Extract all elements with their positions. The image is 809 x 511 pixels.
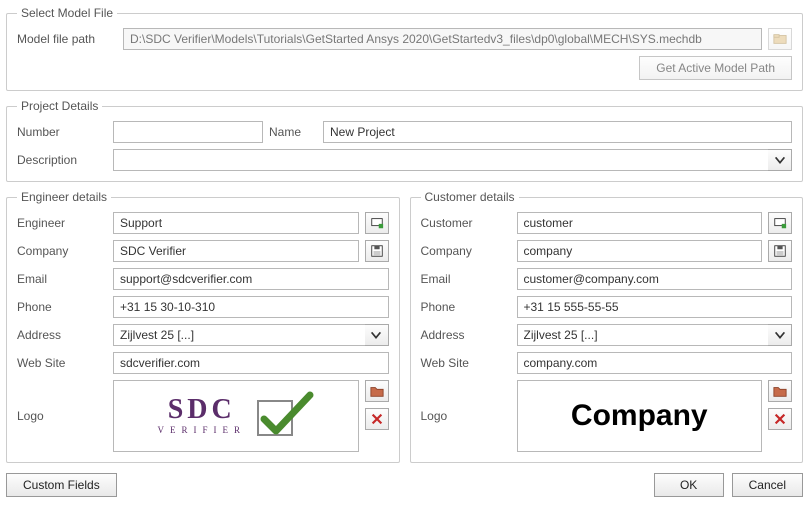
cust-logo-text: Company <box>571 399 708 433</box>
eng-phone-label: Phone <box>17 300 107 314</box>
cust-address-dropdown-button[interactable] <box>768 324 792 346</box>
eng-logo-clear-button[interactable] <box>365 408 389 430</box>
screen-icon <box>773 216 787 230</box>
ok-button[interactable]: OK <box>654 473 724 497</box>
cust-email-label: Email <box>421 272 511 286</box>
number-input[interactable] <box>113 121 263 143</box>
number-label: Number <box>17 125 107 139</box>
eng-address-input[interactable] <box>113 324 365 346</box>
save-icon <box>773 244 787 258</box>
eng-save-button[interactable] <box>365 240 389 262</box>
eng-web-label: Web Site <box>17 356 107 370</box>
customer-details-group: Customer details Customer Company Email … <box>410 190 804 463</box>
description-input[interactable] <box>113 149 768 171</box>
cust-company-input[interactable] <box>517 240 763 262</box>
customer-name-label: Customer <box>421 216 511 230</box>
browse-model-button[interactable] <box>768 28 792 50</box>
eng-web-input[interactable] <box>113 352 389 374</box>
eng-email-input[interactable] <box>113 268 389 290</box>
engineer-details-group: Engineer details Engineer Company Email … <box>6 190 400 463</box>
customer-legend: Customer details <box>421 190 519 204</box>
cust-address-label: Address <box>421 328 511 342</box>
cust-web-label: Web Site <box>421 356 511 370</box>
screen-icon <box>370 216 384 230</box>
engineer-name-input[interactable] <box>113 212 359 234</box>
customer-import-button[interactable] <box>768 212 792 234</box>
save-icon <box>370 244 384 258</box>
eng-address-label: Address <box>17 328 107 342</box>
engineer-name-label: Engineer <box>17 216 107 230</box>
cust-email-input[interactable] <box>517 268 793 290</box>
eng-phone-input[interactable] <box>113 296 389 318</box>
cust-save-button[interactable] <box>768 240 792 262</box>
folder-icon <box>773 32 787 46</box>
get-active-model-path-button[interactable]: Get Active Model Path <box>639 56 792 80</box>
select-model-file-group: Select Model File Model file path D:\SDC… <box>6 6 803 91</box>
customer-name-input[interactable] <box>517 212 763 234</box>
name-input[interactable] <box>323 121 792 143</box>
engineer-import-button[interactable] <box>365 212 389 234</box>
cust-address-input[interactable] <box>517 324 769 346</box>
eng-logo-preview: SDC VERIFIER <box>113 380 359 452</box>
cust-logo-label: Logo <box>421 409 511 423</box>
project-details-group: Project Details Number Name Description <box>6 99 803 182</box>
description-label: Description <box>17 153 107 167</box>
cancel-button[interactable]: Cancel <box>732 473 803 497</box>
chevron-down-icon <box>369 328 383 342</box>
eng-logo-label: Logo <box>17 409 107 423</box>
eng-logo-browse-button[interactable] <box>365 380 389 402</box>
model-path-label: Model file path <box>17 32 117 46</box>
cust-logo-preview: Company <box>517 380 763 452</box>
checkmark-icon <box>254 391 314 441</box>
close-icon <box>773 412 787 426</box>
engineer-legend: Engineer details <box>17 190 111 204</box>
eng-company-label: Company <box>17 244 107 258</box>
cust-logo-browse-button[interactable] <box>768 380 792 402</box>
chevron-down-icon <box>773 153 787 167</box>
description-dropdown-button[interactable] <box>768 149 792 171</box>
eng-email-label: Email <box>17 272 107 286</box>
eng-company-input[interactable] <box>113 240 359 262</box>
cust-logo-clear-button[interactable] <box>768 408 792 430</box>
custom-fields-button[interactable]: Custom Fields <box>6 473 117 497</box>
folder-icon <box>773 384 787 398</box>
project-legend: Project Details <box>17 99 102 113</box>
select-model-legend: Select Model File <box>17 6 117 20</box>
model-path-value: D:\SDC Verifier\Models\Tutorials\GetStar… <box>123 28 762 50</box>
cust-phone-label: Phone <box>421 300 511 314</box>
cust-company-label: Company <box>421 244 511 258</box>
close-icon <box>370 412 384 426</box>
chevron-down-icon <box>773 328 787 342</box>
cust-web-input[interactable] <box>517 352 793 374</box>
cust-phone-input[interactable] <box>517 296 793 318</box>
name-label: Name <box>269 125 317 139</box>
eng-address-dropdown-button[interactable] <box>365 324 389 346</box>
folder-icon <box>370 384 384 398</box>
